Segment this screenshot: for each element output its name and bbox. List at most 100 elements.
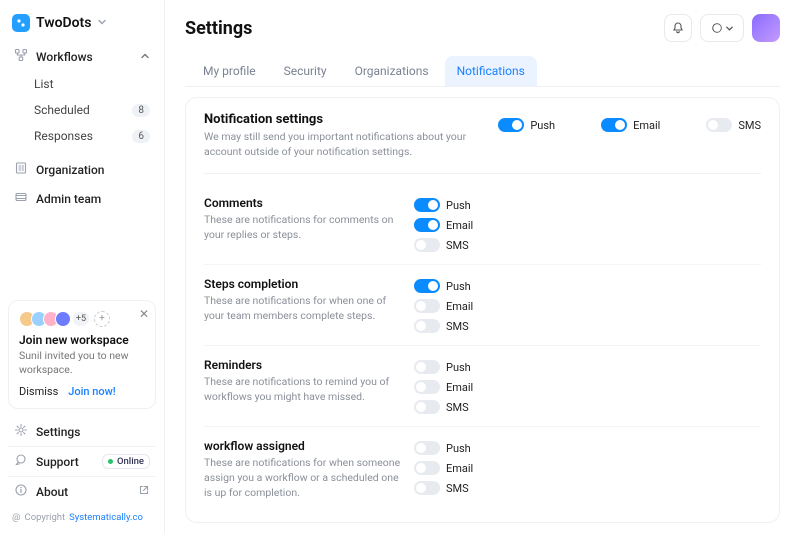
topbar: Settings — [185, 14, 780, 42]
brand-logo-icon — [12, 14, 30, 32]
toggle-switch[interactable] — [414, 319, 440, 333]
toggle-switch[interactable] — [414, 461, 440, 475]
chevron-down-icon — [97, 15, 107, 31]
tab-my-profile[interactable]: My profile — [191, 56, 268, 86]
toggle-switch[interactable] — [414, 198, 440, 212]
nav-subitem-label: Scheduled — [34, 103, 90, 117]
row-sms-toggle: SMS — [414, 481, 473, 495]
section-title: Notification settings — [204, 112, 474, 127]
toggle-switch[interactable] — [414, 481, 440, 495]
invite-title: Join new workspace — [19, 333, 145, 347]
nav-about[interactable]: About — [8, 476, 156, 506]
row-sms-toggle: SMS — [414, 238, 473, 252]
row-title: Reminders — [204, 358, 404, 372]
panel-header: Notification settings We may still send … — [204, 112, 761, 174]
row-push-toggle: Push — [414, 279, 473, 293]
support-status: Online — [102, 454, 150, 469]
nav-settings-label: Settings — [36, 425, 80, 439]
user-avatar[interactable] — [752, 14, 780, 42]
toggle-switch[interactable] — [414, 218, 440, 232]
toggle-switch[interactable] — [601, 118, 627, 132]
notifications-panel: Notification settings We may still send … — [185, 97, 780, 523]
master-sms-toggle: SMS — [706, 118, 761, 132]
toggle-switch[interactable] — [414, 441, 440, 455]
toggle-switch[interactable] — [414, 360, 440, 374]
row-email-toggle: Email — [414, 218, 473, 232]
tab-security[interactable]: Security — [272, 56, 339, 86]
row-push-toggle: Push — [414, 441, 473, 455]
nav-primary: Workflows List Scheduled 8 Responses 6 O… — [8, 42, 156, 213]
moon-icon — [711, 22, 723, 34]
join-workspace-button[interactable]: Join now! — [68, 385, 115, 398]
tab-notifications[interactable]: Notifications — [445, 56, 537, 86]
toggle-switch[interactable] — [498, 118, 524, 132]
theme-switcher[interactable] — [700, 14, 744, 42]
info-icon — [14, 483, 28, 500]
master-email-toggle: Email — [601, 118, 660, 132]
nav-workflows-list[interactable]: List — [8, 71, 156, 97]
section-desc: We may still send you important notifica… — [204, 130, 474, 159]
dismiss-invite-button[interactable]: Dismiss — [19, 385, 58, 398]
add-member-button[interactable]: + — [94, 311, 110, 327]
toggle-switch[interactable] — [706, 118, 732, 132]
row-title: workflow assigned — [204, 439, 404, 453]
close-icon[interactable]: ✕ — [139, 307, 149, 321]
status-dot-icon — [108, 459, 113, 464]
notification-row: Reminders These are notifications to remi… — [204, 346, 761, 427]
nav-workflows-label: Workflows — [36, 50, 93, 64]
main: Settings My profile Security Organizatio… — [165, 0, 800, 533]
toggle-switch[interactable] — [414, 400, 440, 414]
organization-icon — [14, 161, 28, 178]
external-link-icon — [138, 484, 150, 499]
gear-icon — [14, 423, 28, 440]
sidebar: TwoDots Workflows List Scheduled 8 Respo… — [0, 0, 165, 533]
page-title: Settings — [185, 18, 252, 39]
row-desc: These are notifications to remind you of… — [204, 375, 404, 404]
top-actions — [664, 14, 780, 42]
row-desc: These are notifications for when someone… — [204, 456, 404, 500]
nav-workflows[interactable]: Workflows — [8, 42, 156, 71]
nav-subitem-label: Responses — [34, 129, 93, 143]
workspace-switcher[interactable]: TwoDots — [8, 8, 156, 42]
bell-icon — [671, 21, 685, 35]
toggle-switch[interactable] — [414, 299, 440, 313]
chevron-down-icon — [725, 24, 734, 33]
notification-rows: Comments These are notifications for comm… — [204, 184, 761, 512]
avatar — [55, 311, 71, 327]
tab-organizations[interactable]: Organizations — [343, 56, 441, 86]
nav-admin-team[interactable]: Admin team — [8, 184, 156, 213]
copyright-link[interactable]: Systematically.co — [69, 512, 143, 523]
nav-secondary: Settings Support Online About — [8, 417, 156, 506]
nav-about-label: About — [36, 485, 68, 499]
master-toggles: Push Email SMS — [498, 112, 761, 132]
nav-organization[interactable]: Organization — [8, 155, 156, 184]
toggle-switch[interactable] — [414, 279, 440, 293]
invite-avatars: +5 + — [19, 311, 145, 327]
notification-row: Comments These are notifications for comm… — [204, 184, 761, 265]
row-desc: These are notifications for comments on … — [204, 213, 404, 242]
workspace-invite-card: ✕ +5 + Join new workspace Sunil invited … — [8, 300, 156, 409]
notification-row: workflow assigned These are notifications… — [204, 427, 761, 512]
toggle-switch[interactable] — [414, 380, 440, 394]
row-title: Steps completion — [204, 277, 404, 291]
notifications-button[interactable] — [664, 14, 692, 42]
copyright: @ Copyright Systematically.co — [8, 506, 156, 525]
row-email-toggle: Email — [414, 299, 473, 313]
at-icon: @ — [12, 512, 21, 523]
settings-tabs: My profile Security Organizations Notifi… — [185, 56, 780, 87]
nav-organization-label: Organization — [36, 163, 104, 177]
support-icon — [14, 453, 28, 470]
toggle-switch[interactable] — [414, 238, 440, 252]
row-desc: These are notifications for when one of … — [204, 294, 404, 323]
row-sms-toggle: SMS — [414, 400, 473, 414]
nav-support-label: Support — [36, 455, 79, 469]
workflows-icon — [14, 48, 28, 65]
nav-workflows-responses[interactable]: Responses 6 — [8, 123, 156, 149]
nav-admin-team-label: Admin team — [36, 192, 101, 206]
row-sms-toggle: SMS — [414, 319, 473, 333]
row-title: Comments — [204, 196, 404, 210]
nav-settings[interactable]: Settings — [8, 417, 156, 446]
brand-name: TwoDots — [36, 15, 91, 31]
nav-workflows-scheduled[interactable]: Scheduled 8 — [8, 97, 156, 123]
nav-support[interactable]: Support Online — [8, 446, 156, 476]
